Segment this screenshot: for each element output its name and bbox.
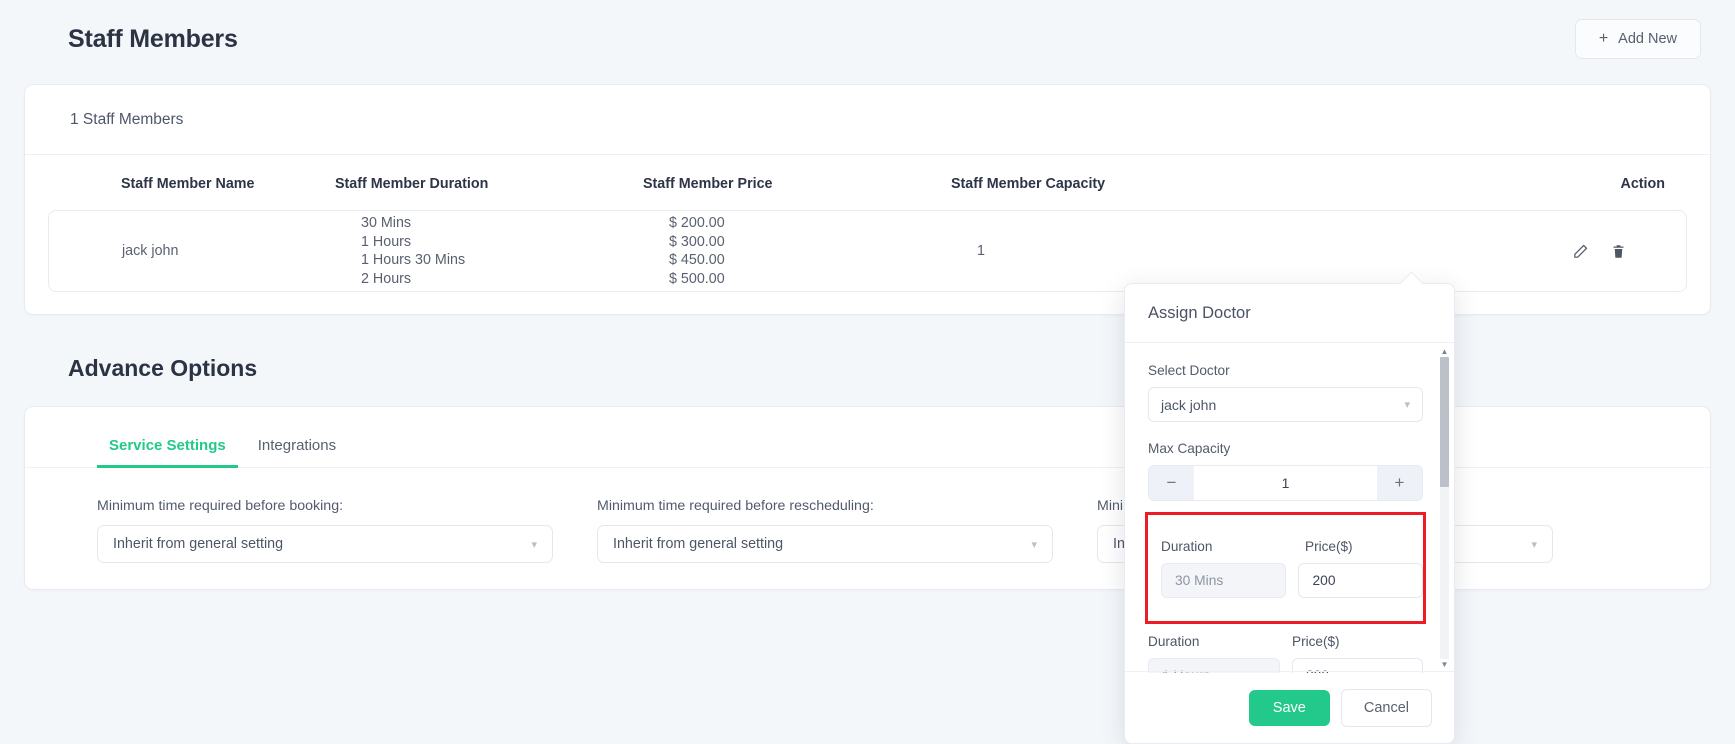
duration-price-labels: Duration Price($) (1161, 539, 1423, 554)
column-header-price: Staff Member Price (643, 176, 773, 192)
chevron-down-icon: ▾ (1404, 399, 1410, 411)
field-min-time-booking: Minimum time required before booking: In… (25, 498, 553, 563)
staff-count-label: 1 Staff Members (25, 85, 1710, 155)
assign-doctor-popover: Assign Doctor Select Doctor jack john ▾ … (1124, 283, 1455, 744)
staff-row-wrapper: jack john 30 Mins 1 Hours 1 Hours 30 Min… (25, 210, 1710, 314)
cancel-button[interactable]: Cancel (1340, 688, 1432, 727)
plus-icon: + (1598, 30, 1609, 47)
max-capacity-stepper[interactable]: − 1 + (1148, 465, 1423, 501)
select-min-time-rescheduling[interactable]: Inherit from general setting ▾ (597, 525, 1053, 563)
cell-staff-name: jack john (122, 243, 179, 259)
tab-integrations[interactable]: Integrations (246, 437, 348, 468)
duration-price-row: Duration Price($) 1 Hours 300 (1148, 621, 1423, 673)
field-label: Minimum time required before booking: (97, 498, 344, 514)
table-header-row: Staff Member Name Staff Member Duration … (25, 155, 1710, 210)
cell-staff-prices: $ 200.00 $ 300.00 $ 450.00 $ 500.00 (669, 214, 977, 288)
tabs-container: Service Settings Integrations (25, 407, 1710, 468)
select-doctor-value: jack john (1161, 396, 1217, 413)
max-capacity-label: Max Capacity (1148, 441, 1231, 456)
service-settings-fields: Minimum time required before booking: In… (25, 468, 1710, 563)
price-label: Price($) (1305, 539, 1353, 554)
add-new-button[interactable]: + Add New (1574, 19, 1701, 59)
duration-value: 2 Hours (361, 270, 412, 287)
price-value: $ 500.00 (669, 270, 725, 287)
duration-label: Duration (1148, 634, 1200, 649)
column-header-name: Staff Member Name (121, 176, 255, 192)
duration-price-labels: Duration Price($) (1148, 634, 1423, 649)
column-header-duration: Staff Member Duration (335, 176, 489, 192)
table-row: jack john 30 Mins 1 Hours 1 Hours 30 Min… (48, 210, 1687, 292)
duration-value: 30 Mins (361, 215, 412, 231)
select-min-time-booking[interactable]: Inherit from general setting ▾ (97, 525, 553, 563)
edit-icon[interactable] (1572, 243, 1589, 260)
duration-price-row-highlighted: Duration Price($) 30 Mins 200 (1145, 512, 1426, 624)
duration-value: 1 Hours 30 Mins (361, 252, 466, 268)
stepper-value[interactable]: 1 (1194, 466, 1377, 500)
chevron-down-icon: ▾ (1031, 538, 1037, 551)
duration-value: 1 Hours (361, 233, 412, 250)
price-label: Price($) (1292, 634, 1340, 649)
price-value: $ 300.00 (669, 233, 725, 250)
caret-down-icon[interactable]: ▼ (1441, 660, 1449, 669)
tab-service-settings[interactable]: Service Settings (97, 437, 238, 468)
staff-table: Staff Member Name Staff Member Duration … (25, 155, 1710, 210)
caret-up-icon[interactable]: ▲ (1441, 347, 1449, 356)
select-value: Inherit from general setting (613, 536, 784, 552)
scrollbar-thumb[interactable] (1440, 357, 1449, 487)
price-input-0[interactable]: 200 (1298, 563, 1423, 598)
stepper-increment-button[interactable]: + (1377, 466, 1422, 500)
cell-staff-durations: 30 Mins 1 Hours 1 Hours 30 Mins 2 Hours (361, 214, 669, 288)
select-value: Inherit from general setting (113, 536, 284, 552)
chevron-down-icon: ▾ (531, 538, 537, 551)
price-value: $ 450.00 (669, 252, 725, 268)
field-label: Minimum time required before reschedulin… (597, 498, 874, 514)
save-button[interactable]: Save (1248, 689, 1330, 726)
cell-staff-actions (1349, 243, 1686, 260)
price-value: $ 200.00 (669, 215, 725, 231)
staff-members-card: 1 Staff Members Staff Member Name Staff … (24, 84, 1711, 315)
chevron-down-icon: ▾ (1531, 538, 1537, 551)
select-doctor-dropdown[interactable]: jack john ▾ (1148, 387, 1423, 422)
field-min-time-rescheduling: Minimum time required before reschedulin… (553, 498, 1053, 563)
scrollbar-track[interactable] (1440, 357, 1449, 659)
popover-scrollbar[interactable]: ▲ ▼ (1439, 347, 1450, 669)
popover-title: Assign Doctor (1125, 284, 1454, 343)
delete-icon[interactable] (1611, 243, 1626, 260)
advance-options-title: Advance Options (68, 355, 258, 381)
column-header-capacity: Staff Member Capacity (951, 176, 1106, 192)
popover-body: Select Doctor jack john ▾ Max Capacity −… (1125, 343, 1454, 673)
popover-footer: Save Cancel (1125, 671, 1454, 743)
stepper-decrement-button[interactable]: − (1149, 466, 1194, 500)
column-header-action: Action (1620, 176, 1665, 192)
page-title: Staff Members (68, 24, 238, 53)
cell-staff-capacity: 1 (977, 243, 985, 259)
duration-label: Duration (1161, 539, 1213, 554)
add-new-label: Add New (1618, 31, 1677, 47)
advance-options-card: Service Settings Integrations Minimum ti… (24, 406, 1711, 590)
select-doctor-label: Select Doctor (1148, 363, 1230, 378)
page-header: Staff Members + Add New (0, 0, 1735, 78)
duration-input-0[interactable]: 30 Mins (1161, 563, 1287, 598)
